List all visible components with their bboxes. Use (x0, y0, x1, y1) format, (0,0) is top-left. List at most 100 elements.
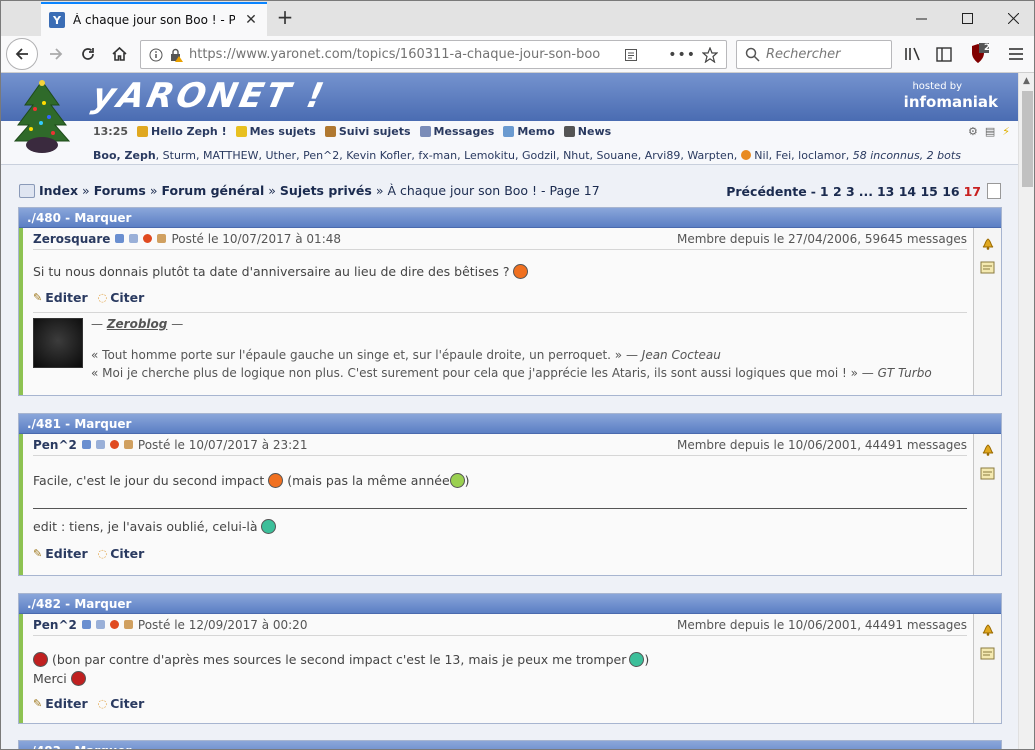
reader-view-icon[interactable] (624, 48, 638, 62)
user-menu-memo[interactable]: Memo (503, 125, 555, 138)
back-button[interactable] (6, 38, 38, 70)
current-page: 17 (963, 183, 981, 199)
forum-tree-icon (19, 183, 35, 198)
bookmark-star-icon[interactable] (702, 46, 718, 63)
prev-page-link[interactable]: Précédente (726, 184, 806, 199)
page-copy-icon[interactable] (987, 183, 1001, 199)
quote-button[interactable]: ◌ Citer (98, 696, 145, 711)
page-actions-icon[interactable]: ••• (668, 47, 696, 63)
post-author[interactable]: Pen^2 (33, 618, 77, 632)
bell-icon[interactable] (980, 442, 996, 456)
lightning-icon[interactable]: ⚡ (1002, 125, 1010, 138)
post-480: ./480 - Marquer Zerosquare Posté le 10/0… (18, 207, 1002, 396)
minimize-button[interactable] (898, 1, 944, 36)
online-stats: 58 inconnus, 2 bots (849, 149, 961, 162)
search-icon (745, 47, 760, 62)
page-links-recent[interactable]: 13 14 15 16 (877, 184, 960, 199)
member-since: Membre depuis le 10/06/2001, 44491 messa… (676, 618, 967, 632)
user-menu-mes-sujets[interactable]: Mes sujets (235, 125, 316, 138)
host-logo[interactable]: infomaniak (904, 93, 998, 111)
breadcrumb-forum-general[interactable]: Forum général (162, 183, 265, 198)
forward-button[interactable] (41, 40, 71, 68)
post-author[interactable]: Pen^2 (33, 438, 77, 452)
post-message: Si tu nous donnais plutôt ta date d'anni… (33, 262, 967, 281)
navigation-bar: https://www.yaronet.com/topics/160311-a-… (1, 36, 1034, 73)
post-body: Pen^2 Posté le 12/09/2017 à 00:20 Membre… (19, 614, 973, 723)
post-date: Posté le 10/07/2017 à 23:21 (137, 437, 308, 452)
notepad-icon[interactable] (980, 260, 996, 274)
url-bar[interactable]: https://www.yaronet.com/topics/160311-a-… (140, 40, 727, 69)
notepad-icon[interactable] (980, 466, 996, 480)
edit-button[interactable]: ✎ Editer (33, 290, 88, 305)
user-menu-hello[interactable]: Hello Zeph ! (137, 125, 227, 138)
tab-close-icon[interactable]: ✕ (243, 12, 259, 28)
reload-button[interactable] (73, 40, 103, 68)
breadcrumb-row: Index » Forums » Forum général » Sujets … (19, 183, 1001, 201)
new-tab-button[interactable]: + (273, 6, 297, 30)
signature-title[interactable]: Zeroblog (107, 317, 168, 331)
signature-quote-1: « Tout homme porte sur l'épaule gauche u… (91, 348, 721, 362)
post-date: Posté le 12/09/2017 à 00:20 (137, 617, 308, 632)
member-since: Membre depuis le 10/06/2001, 44491 messa… (676, 438, 967, 452)
breadcrumb-forums[interactable]: Forums (94, 183, 146, 198)
maximize-button[interactable] (944, 1, 990, 36)
edit-button[interactable]: ✎ Editer (33, 696, 88, 711)
tab-strip: Y À chaque jour son Boo ! - Page 17 ✕ + (1, 1, 1034, 36)
bell-icon[interactable] (980, 236, 996, 250)
page-content: yARONET ! hosted by infomaniak 13:25 Hel… (1, 73, 1018, 749)
ublock-extension-button[interactable]: 2 (962, 40, 992, 68)
post-header[interactable]: ./483 - Marquer (19, 741, 1001, 749)
page-scrollbar[interactable]: ▲ (1018, 73, 1034, 749)
breadcrumb-sujets-prives[interactable]: Sujets privés (280, 183, 372, 198)
online-users[interactable]: , Sturm, MATTHEW, Uther, Pen^2, Kevin Ko… (156, 149, 738, 162)
signature-quote-2: « Moi je cherche plus de logique non plu… (91, 366, 932, 380)
edit-button[interactable]: ✎ Editer (33, 546, 88, 561)
post-header[interactable]: ./482 - Marquer (19, 594, 1001, 614)
post-side-tools (973, 228, 1001, 395)
breadcrumb-current: À chaque jour son Boo ! - Page 17 (387, 183, 600, 198)
breadcrumb-index[interactable]: Index (39, 183, 78, 198)
sidebar-button[interactable] (929, 40, 959, 68)
user-menu-messages[interactable]: Messages (419, 125, 494, 138)
memo-icon (503, 126, 515, 137)
scrollbar-thumb[interactable] (1022, 91, 1033, 187)
minimize-icon (915, 18, 927, 20)
document-icon[interactable]: ▤ (985, 125, 995, 138)
post-text: Si tu nous donnais plutôt ta date d'anni… (33, 264, 510, 279)
search-box[interactable]: Rechercher (736, 40, 892, 69)
page-links-first[interactable]: 1 2 3 (820, 184, 855, 199)
post-header[interactable]: ./480 - Marquer (19, 208, 1001, 228)
quote-button[interactable]: ◌ Citer (98, 546, 145, 561)
home-button[interactable] (104, 40, 134, 68)
surprised-smiley-icon (513, 264, 529, 279)
gear-icon[interactable]: ⚙ (968, 125, 978, 138)
quote-button[interactable]: ◌ Citer (98, 290, 145, 305)
site-favicon-icon: Y (49, 12, 65, 28)
post-header[interactable]: ./481 - Marquer (19, 414, 1001, 434)
gender-icon (81, 440, 91, 449)
profile-card-icon[interactable] (129, 234, 139, 243)
library-button[interactable] (898, 40, 928, 68)
breadcrumb-separator: » (375, 183, 384, 198)
url-text: https://www.yaronet.com/topics/160311-a-… (189, 47, 601, 62)
post-actions: ✎ Editer ◌ Citer (33, 546, 967, 561)
post-envelope-icon (123, 620, 133, 629)
post-481: ./481 - Marquer Pen^2 Posté le 10/07/201… (18, 413, 1002, 576)
online-users-list: Boo, Zeph, Sturm, MATTHEW, Uther, Pen^2,… (93, 149, 961, 162)
site-logo[interactable]: yARONET ! (89, 76, 330, 116)
tab-active[interactable]: Y À chaque jour son Boo ! - Page 17 ✕ (41, 2, 267, 36)
post-actions: ✎ Editer ◌ Citer (33, 696, 967, 711)
user-menu-news[interactable]: News (563, 125, 611, 138)
close-window-button[interactable] (990, 1, 1034, 36)
profile-card-icon[interactable] (95, 440, 105, 449)
notepad-icon[interactable] (980, 646, 996, 660)
online-users-bold[interactable]: Boo, Zeph (93, 149, 156, 162)
post-author[interactable]: Zerosquare (33, 232, 110, 246)
online-users-tail[interactable]: Nil, Fei, loclamor, (751, 149, 849, 162)
user-menu-suivi-sujets[interactable]: Suivi sujets (324, 125, 411, 138)
bell-icon[interactable] (980, 622, 996, 636)
profile-card-icon[interactable] (95, 620, 105, 629)
scroll-up-arrow-icon[interactable]: ▲ (1023, 76, 1030, 86)
pencil-icon: ✎ (33, 291, 43, 304)
menu-button[interactable] (1001, 40, 1031, 68)
